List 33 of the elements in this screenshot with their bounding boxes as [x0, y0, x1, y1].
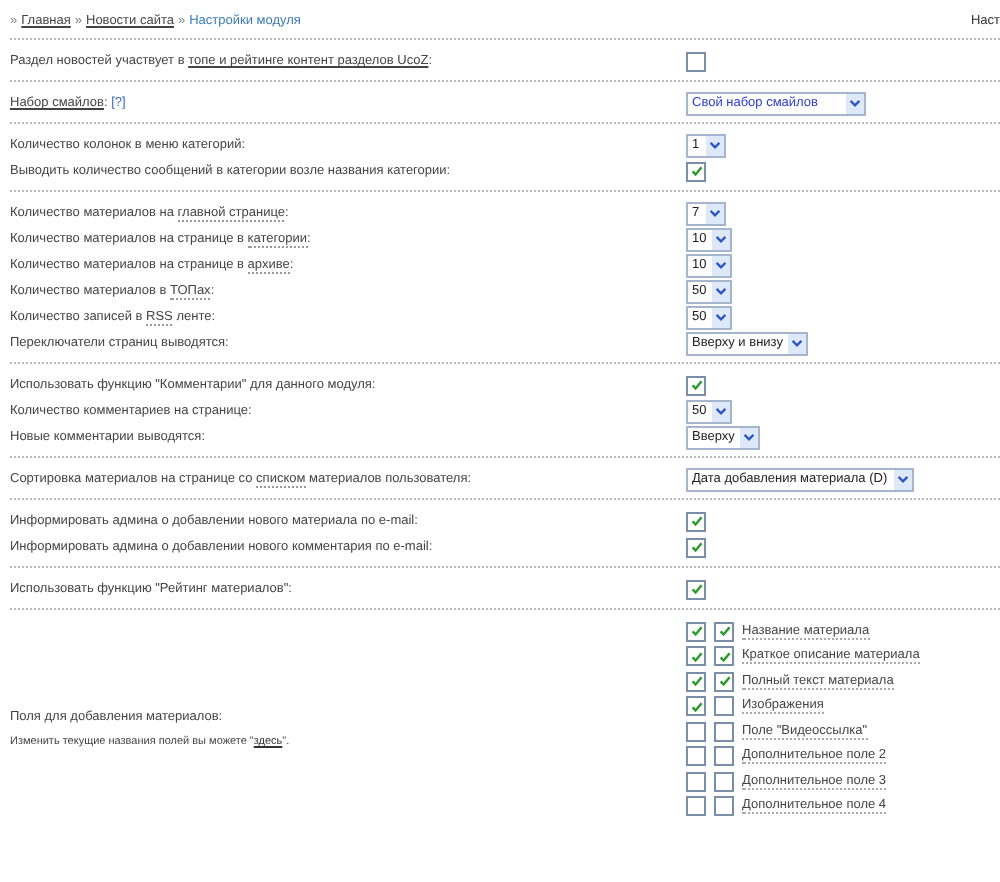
- chevron-down-icon: [740, 427, 759, 447]
- checkbox[interactable]: [714, 771, 734, 792]
- chevron-down-icon: [712, 401, 731, 421]
- chevron-down-icon: [712, 255, 731, 275]
- checkbox[interactable]: [686, 375, 706, 395]
- checkbox[interactable]: [714, 671, 734, 692]
- checkbox[interactable]: [686, 646, 706, 667]
- checkbox[interactable]: [686, 161, 706, 181]
- chevron-down-icon: [712, 281, 731, 301]
- checkbox[interactable]: [686, 511, 706, 531]
- chevron-down-icon: [712, 229, 731, 249]
- chevron-down-icon: [705, 203, 724, 223]
- checkbox[interactable]: [686, 796, 706, 817]
- chevron-down-icon: [788, 333, 807, 353]
- checkbox[interactable]: [686, 721, 706, 742]
- checkbox[interactable]: [714, 696, 734, 717]
- checkbox[interactable]: [686, 537, 706, 557]
- chevron-down-icon: [846, 93, 864, 113]
- checkbox[interactable]: [714, 721, 734, 742]
- checkbox[interactable]: [686, 579, 706, 599]
- checkbox[interactable]: [714, 746, 734, 767]
- checkbox[interactable]: [686, 771, 706, 792]
- checkbox[interactable]: [686, 696, 706, 717]
- checkbox[interactable]: [686, 746, 706, 767]
- checkbox[interactable]: [686, 51, 706, 71]
- checkbox[interactable]: [686, 671, 706, 692]
- chevron-down-icon: [712, 307, 731, 327]
- checkbox[interactable]: [714, 796, 734, 817]
- checkbox[interactable]: [686, 621, 706, 642]
- checkbox[interactable]: [714, 621, 734, 642]
- chevron-down-icon: [705, 135, 724, 155]
- chevron-down-icon: [893, 469, 912, 489]
- checkbox[interactable]: [714, 646, 734, 667]
